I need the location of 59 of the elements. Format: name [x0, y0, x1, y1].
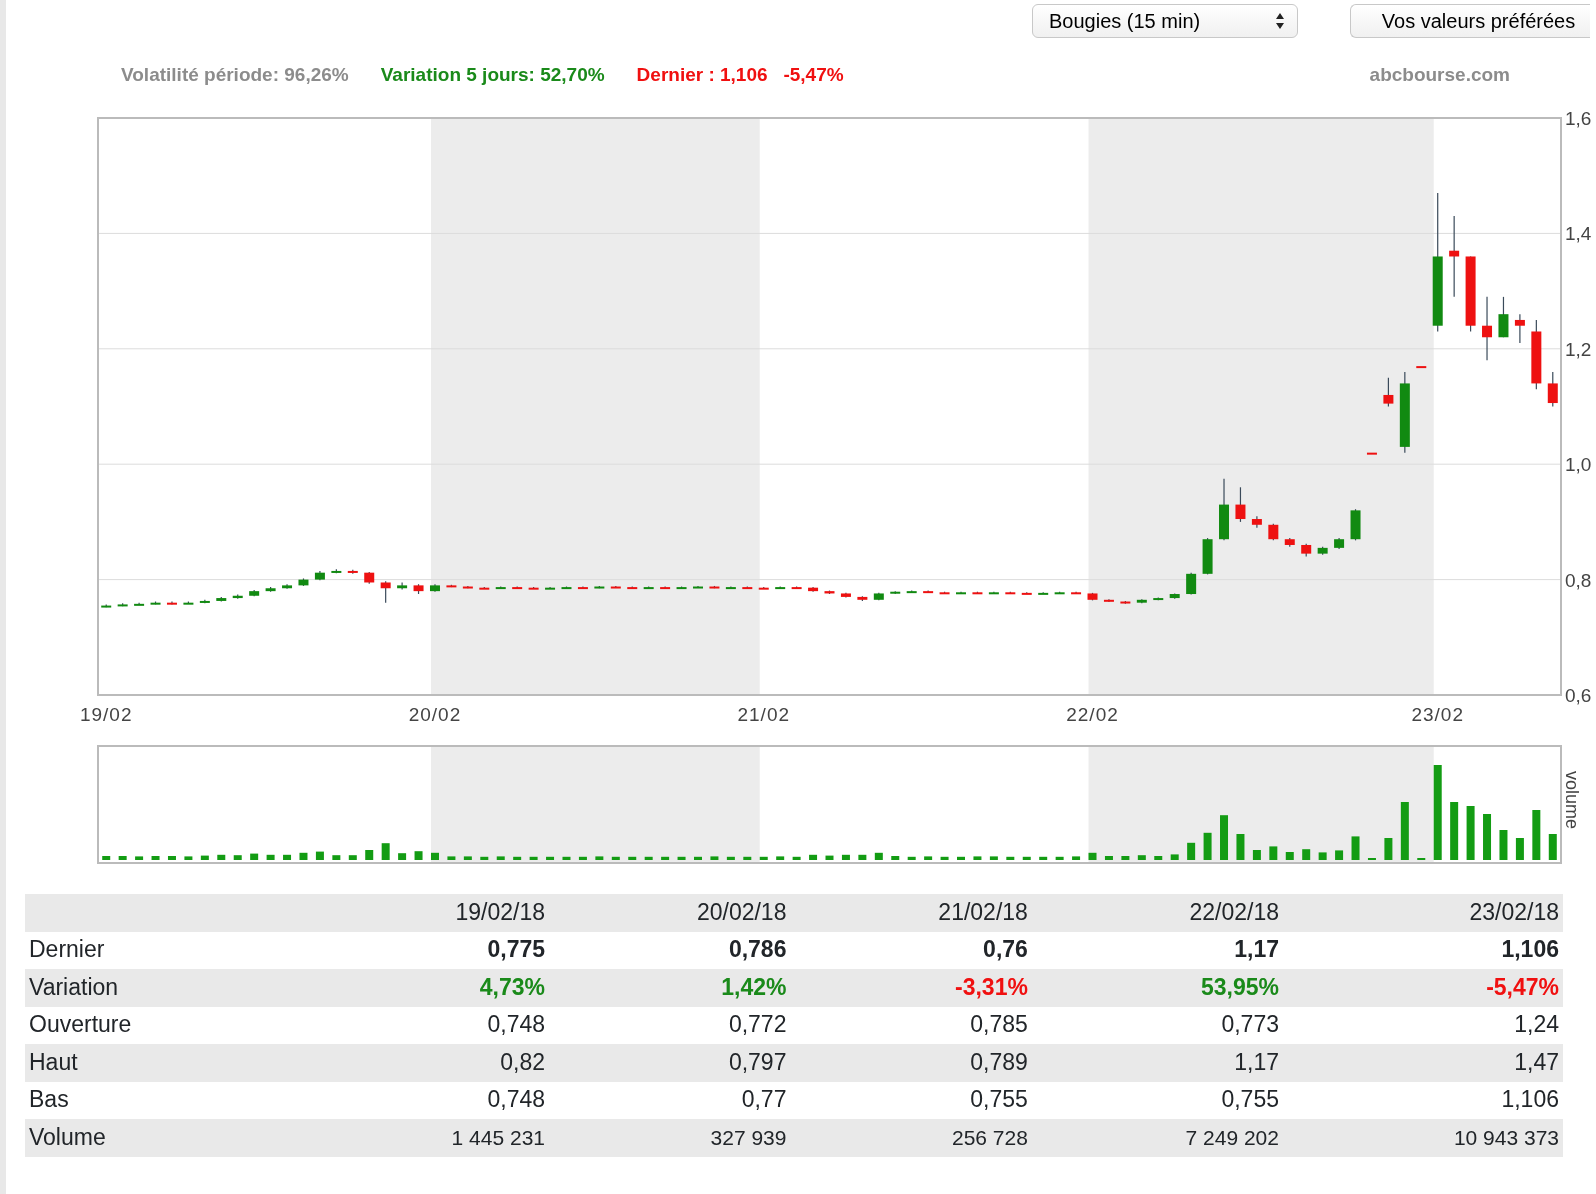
stat-text: Variation 5 jours: 52,70% [380, 62, 605, 87]
table-cell: 0,82 [297, 1044, 550, 1082]
table-cell: 0,772 [549, 1006, 791, 1044]
column-header: 23/02/18 [1282, 894, 1563, 932]
table-cell: 0,775 [297, 931, 550, 969]
column-header: 22/02/18 [1031, 894, 1283, 932]
row-label: Variation [25, 969, 298, 1007]
table-cell: 0,797 [549, 1044, 791, 1082]
table-cell: 1,106 [1282, 1081, 1563, 1119]
y-axis-label: 1,4 [1565, 223, 1592, 245]
x-axis-label: 21/02 [737, 704, 790, 725]
table-cell: 256 728 [790, 1119, 1032, 1157]
y-axis-label: 0,6 [1565, 685, 1592, 706]
row-label: Dernier [25, 931, 298, 969]
volume-axis-label: volume [1562, 771, 1582, 830]
x-axis-label: 20/02 [408, 704, 462, 725]
table-cell: 327 939 [549, 1119, 791, 1157]
table-cell: 4,73% [297, 969, 550, 1007]
row-label: Volume [25, 1119, 298, 1157]
table-cell: 10 943 373 [1282, 1119, 1563, 1157]
table-cell: 0,755 [790, 1081, 1032, 1119]
table-cell: 7 249 202 [1031, 1119, 1283, 1157]
column-header: 21/02/18 [790, 894, 1032, 932]
table-cell: 0,785 [790, 1006, 1032, 1044]
table-cell: 0,748 [297, 1006, 550, 1044]
x-axis-label: 19/02 [79, 704, 133, 725]
x-axis-label: 22/02 [1066, 704, 1119, 725]
stat-text: Dernier : 1,106 -5,47% [636, 62, 844, 87]
table-cell: 1,17 [1031, 931, 1283, 969]
table-cell: 1,17 [1031, 1044, 1283, 1082]
row-label: Haut [25, 1044, 298, 1082]
y-axis-label: 0,8 [1565, 569, 1592, 591]
table-cell: 53,95% [1031, 969, 1283, 1007]
y-axis-label: 1,6 [1565, 108, 1592, 129]
source-label: abcbourse.com [1369, 62, 1510, 87]
favorites-button[interactable]: Vos valeurs préférées [1350, 4, 1590, 38]
table-cell: 0,773 [1031, 1006, 1283, 1044]
table-cell: 1,42% [549, 969, 791, 1007]
table-cell: 1 445 231 [297, 1119, 550, 1157]
row-label: Ouverture [25, 1006, 298, 1044]
table-cell: 0,76 [790, 931, 1032, 969]
table-cell: -5,47% [1282, 969, 1563, 1007]
x-axis-label: 23/02 [1411, 704, 1464, 725]
y-axis-label: 1,0 [1565, 454, 1592, 476]
chart-type-select[interactable]: Bougies (15 min) [1032, 4, 1298, 38]
table-cell: 1,24 [1282, 1006, 1563, 1044]
table-cell: 0,789 [790, 1044, 1032, 1082]
table-cell: 0,748 [297, 1081, 550, 1119]
y-axis-label: 1,2 [1565, 338, 1592, 360]
table-cell: 1,106 [1282, 931, 1563, 969]
row-label: Bas [25, 1081, 298, 1119]
table-cell: 0,755 [1031, 1081, 1283, 1119]
column-header: 19/02/18 [297, 894, 550, 932]
table-cell: 1,47 [1282, 1044, 1563, 1082]
stat-text: Volatilité période: 96,26% [121, 62, 349, 87]
table-cell: 0,786 [549, 931, 791, 969]
table-cell: 0,77 [549, 1081, 791, 1119]
table-cell: -3,31% [790, 969, 1032, 1007]
column-header: 20/02/18 [549, 894, 791, 932]
